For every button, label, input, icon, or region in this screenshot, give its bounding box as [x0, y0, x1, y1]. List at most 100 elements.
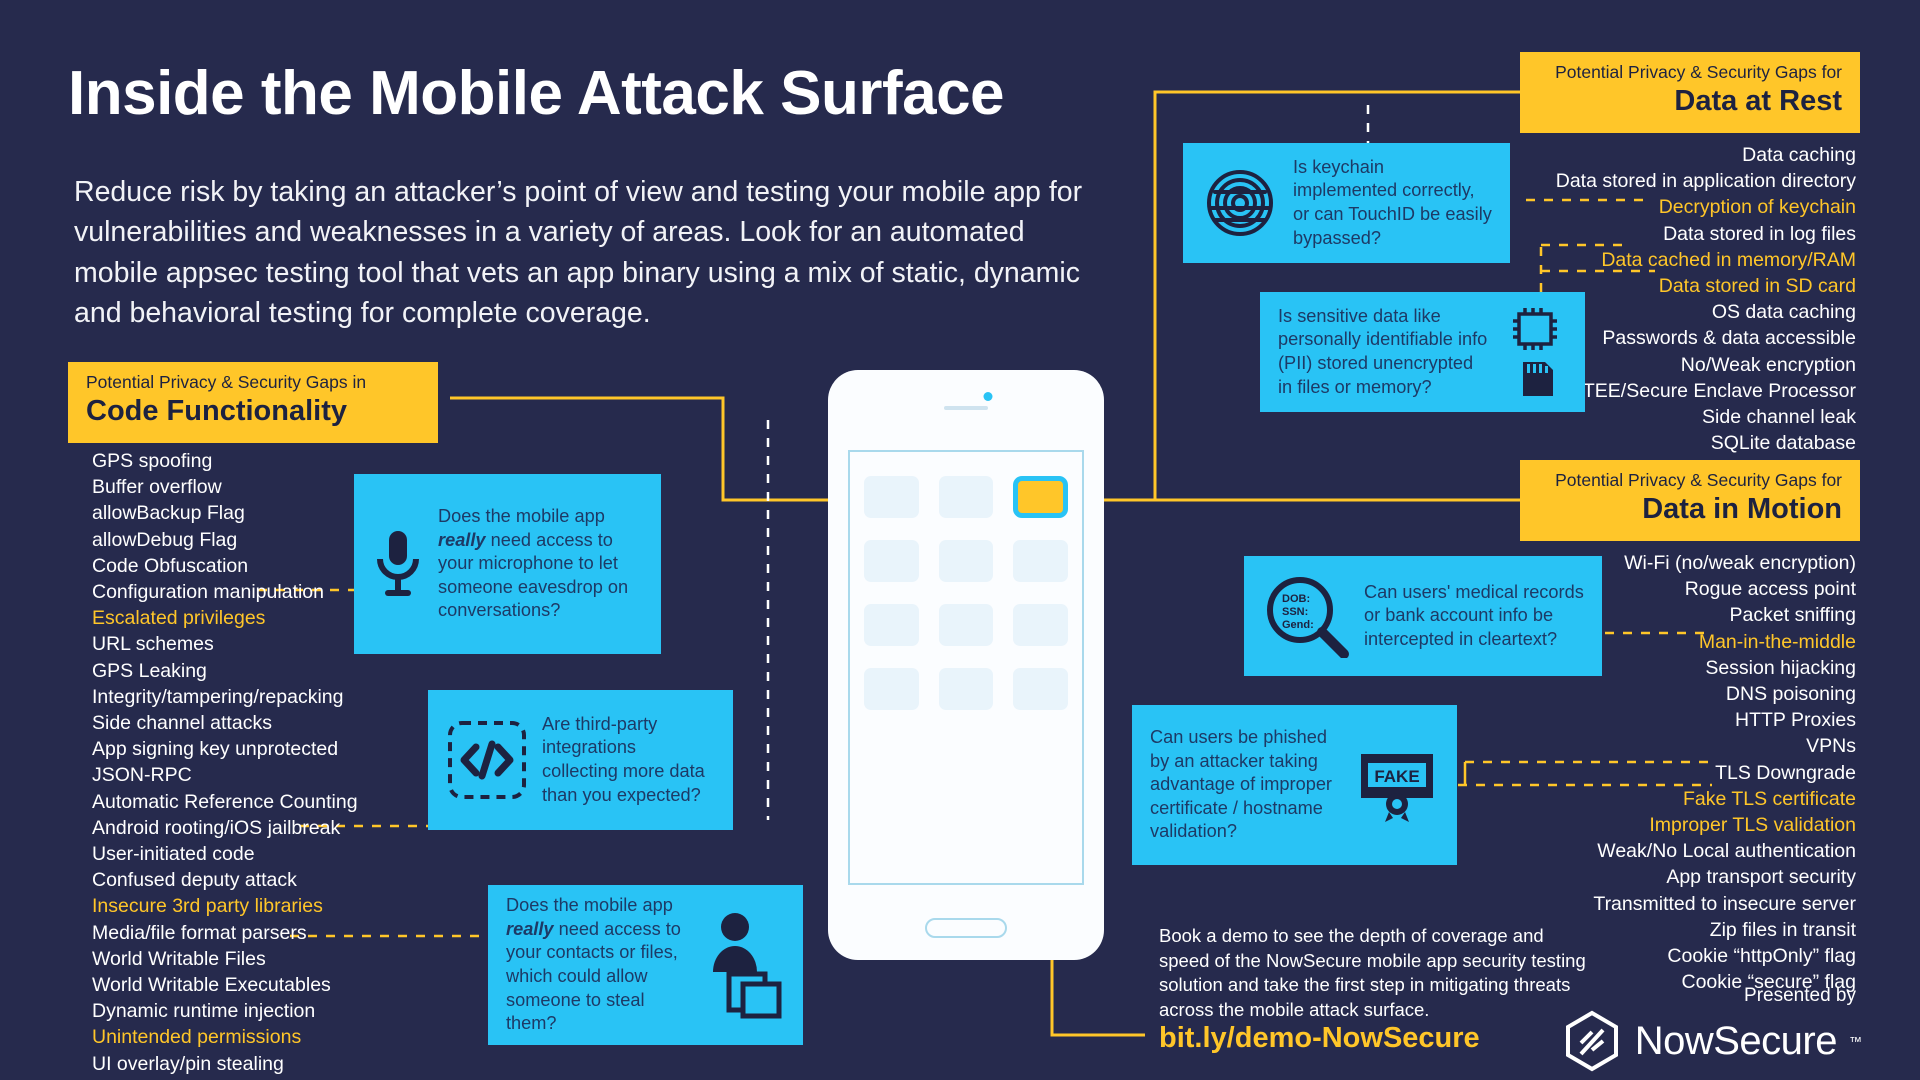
fake-certificate-icon: FAKE [1355, 748, 1439, 822]
fake-label: FAKE [1374, 767, 1419, 786]
callout-text: Are third-party integrations collecting … [542, 713, 705, 805]
gap-item: Data stored in application directory [1555, 170, 1856, 193]
section-title: Data at Rest [1674, 84, 1842, 117]
gap-item: Buffer overflow [92, 476, 222, 499]
chip-sdcard-icon [1505, 306, 1567, 398]
gap-item: TLS Downgrade [1715, 761, 1856, 784]
gap-item: Side channel leak [1702, 406, 1856, 429]
gap-item: Dynamic runtime injection [92, 1000, 316, 1023]
section-title: Data in Motion [1642, 492, 1842, 525]
gap-item: Zip files in transit [1709, 918, 1856, 941]
gap-item: Decryption of keychain [1658, 196, 1856, 219]
gap-item: App signing key unprotected [92, 738, 339, 761]
callout-phishing-certificate: FAKE Can users be phished by an attacker… [1132, 705, 1457, 865]
gap-item: Rogue access point [1684, 578, 1856, 601]
gap-item: Data stored in SD card [1658, 275, 1856, 298]
phone-app-icon [938, 668, 994, 710]
section-header-data-at-rest: Potential Privacy & Security Gaps for Da… [1520, 52, 1860, 133]
callout-text: Can users be phished by an attacker taki… [1150, 726, 1332, 842]
phone-app-icon [1013, 604, 1068, 646]
callout-text: Can users' medical records or bank accou… [1364, 581, 1584, 649]
gap-item: Passwords & data accessible [1602, 327, 1856, 350]
phone-app-icon [864, 476, 919, 518]
gap-item: HTTP Proxies [1735, 709, 1856, 732]
gap-item: JSON-RPC [92, 764, 192, 787]
callout-microphone: Does the mobile app really need access t… [354, 474, 661, 654]
record-field-ssn: SSN: [1282, 606, 1308, 618]
gap-item: Cookie “httpOnly” flag [1667, 945, 1856, 968]
magnifier-records-icon: DOB: SSN: Gend: [1262, 574, 1350, 658]
gap-item: OS data caching [1711, 301, 1856, 324]
gap-item: Insecure 3rd party libraries [92, 895, 323, 918]
phone-app-icon [938, 540, 994, 582]
callout-text: Is sensitive data like personally identi… [1278, 305, 1488, 397]
gap-item: allowBackup Flag [92, 502, 245, 525]
callout-text: Does the mobile app really need access t… [438, 505, 629, 621]
gap-item: Side channel attacks [92, 712, 272, 735]
infographic-canvas: Inside the Mobile Attack Surface Reduce … [0, 0, 1920, 1080]
gap-item: Media/file format parsers [92, 921, 307, 944]
phone-speaker-icon [944, 406, 988, 410]
presented-by-label: Presented by [1744, 985, 1856, 1006]
gap-item: Android rooting/iOS jailbreak [92, 816, 341, 839]
gap-item: Integrity/tampering/repacking [92, 685, 344, 708]
phone-screen [848, 450, 1084, 885]
gap-item: Weak/No Local authentication [1597, 840, 1856, 863]
gap-item: GPS spoofing [92, 450, 213, 472]
callout-third-party-integrations: Are third-party integrations collecting … [428, 690, 733, 830]
gap-item: Data cached in memory/RAM [1601, 248, 1856, 271]
gap-item: Confused deputy attack [92, 869, 297, 892]
phone-app-icon [1013, 668, 1068, 710]
gap-item: Unintended permissions [92, 1026, 302, 1049]
gap-item: URL schemes [92, 633, 214, 656]
section-header-data-in-motion: Potential Privacy & Security Gaps for Da… [1520, 460, 1860, 541]
gap-item: User-initiated code [92, 843, 255, 866]
section-header-code-functionality: Potential Privacy & Security Gaps in Cod… [68, 362, 438, 443]
gap-item: GPS Leaking [92, 659, 207, 682]
trademark-symbol: ™ [1849, 1033, 1862, 1049]
gap-list-code-functionality: GPS spoofing Buffer overflow allowBackup F… [92, 448, 358, 1080]
callout-contacts-files: Does the mobile app really need access t… [488, 885, 803, 1045]
gap-item: App transport security [1666, 866, 1856, 889]
gap-item: Man-in-the-middle [1698, 630, 1856, 653]
gap-item: Escalated privileges [92, 607, 266, 630]
gap-item: allowDebug Flag [92, 528, 238, 551]
gap-item: Session hijacking [1705, 656, 1856, 679]
gap-item: Transmitted to insecure server [1593, 892, 1856, 915]
phone-app-icon [938, 476, 994, 518]
gap-item: DNS poisoning [1725, 683, 1856, 706]
page-subtitle: Reduce risk by taking an attacker’s poin… [74, 176, 1083, 330]
gap-item: World Writable Executables [92, 974, 331, 997]
record-field-gender: Gend: [1282, 619, 1314, 631]
gap-item: TEE/Secure Enclave Processor [1582, 379, 1856, 402]
callout-keychain-touchid: Is keychain implemented correctly, or ca… [1183, 143, 1510, 263]
page-title: Inside the Mobile Attack Surface [68, 59, 1005, 128]
phone-app-icon-selected[interactable] [1013, 476, 1068, 518]
gap-item: Code Obfuscation [92, 554, 249, 577]
callout-text: Does the mobile app really need access t… [506, 895, 681, 1034]
cta-url-link[interactable]: bit.ly/demo-NowSecure [1159, 1022, 1480, 1055]
section-kicker: Potential Privacy & Security Gaps for [1555, 62, 1842, 82]
phone-app-icon [1013, 540, 1068, 582]
gap-item: Improper TLS validation [1649, 814, 1856, 837]
phone-app-icon [864, 540, 919, 582]
gap-item: Wi-Fi (no/weak encryption) [1624, 552, 1856, 574]
gap-item: Configuration manipulation [92, 581, 324, 604]
section-title: Code Functionality [86, 394, 347, 427]
gap-item: UI overlay/pin stealing [92, 1052, 284, 1075]
gap-item: Packet sniffing [1729, 604, 1856, 627]
cta-text: Book a demo to see the depth of coverage… [1159, 925, 1586, 1020]
gap-item: SQLite database [1710, 432, 1856, 455]
record-field-dob: DOB: [1282, 593, 1310, 605]
gap-item: VPNs [1806, 735, 1856, 758]
phone-app-icon [864, 668, 919, 710]
phone-camera-icon [983, 392, 993, 401]
fingerprint-icon [1201, 164, 1279, 242]
phone-app-icon [864, 604, 919, 646]
section-kicker: Potential Privacy & Security Gaps in [86, 372, 367, 392]
callout-pii-storage: Is sensitive data like personally identi… [1260, 292, 1585, 412]
person-files-icon [699, 910, 785, 1020]
microphone-icon [372, 527, 424, 601]
phone-home-button [925, 918, 1007, 938]
nowsecure-mark-icon [1565, 1010, 1618, 1072]
